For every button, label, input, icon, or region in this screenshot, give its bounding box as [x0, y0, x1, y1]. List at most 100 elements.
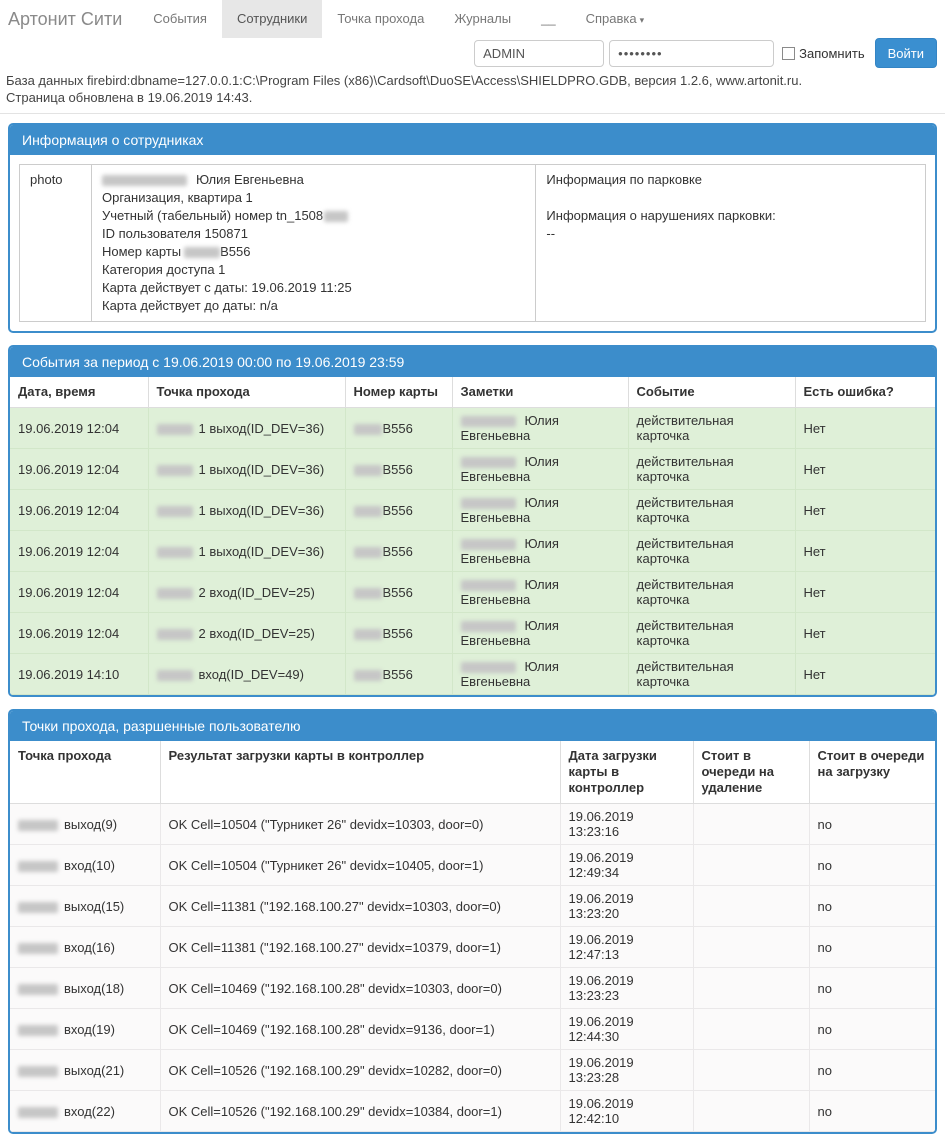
col-header-load-result: Результат загрузки карты в контроллер — [160, 741, 560, 804]
redacted-text — [354, 547, 382, 558]
access-result-cell: OK Cell=11381 ("192.168.100.27" devidx=1… — [160, 886, 560, 927]
employee-tn-text: Учетный (табельный) номер tn_1508 — [102, 208, 323, 223]
access-queue-load-cell: no — [809, 845, 935, 886]
employee-panel-title: Информация о сотрудниках — [10, 125, 935, 155]
page-updated-text: Страница обновлена в 19.06.2019 14:43. — [6, 89, 939, 106]
event-card-cell: B556 — [345, 449, 452, 490]
access-point-text: выход(9) — [64, 817, 117, 832]
employee-info-row: photo Юлия Евгеньевна Организация, кварт… — [20, 165, 926, 322]
username-input[interactable] — [474, 40, 604, 67]
access-point-text: вход(19) — [64, 1022, 115, 1037]
redacted-text — [18, 943, 58, 954]
employee-name-line: Юлия Евгеньевна — [102, 171, 525, 189]
access-points-panel: Точки прохода, разршенные пользователю Т… — [8, 709, 937, 1134]
access-points-table: Точка прохода Результат загрузки карты в… — [10, 741, 935, 1132]
col-header-notes: Заметки — [452, 377, 628, 408]
remember-label: Запомнить — [799, 46, 864, 61]
employee-details-cell: Юлия Евгеньевна Организация, квартира 1 … — [92, 165, 536, 322]
employee-valid-to-line: Карта действует до даты: n/a — [102, 297, 525, 315]
event-time-cell: 19.06.2019 12:04 — [10, 572, 148, 613]
redacted-card-prefix — [184, 247, 220, 258]
redacted-text — [461, 498, 516, 509]
event-point-text: 1 выход(ID_DEV=36) — [199, 544, 325, 559]
access-point-cell: выход(18) — [10, 968, 160, 1009]
redacted-text — [461, 416, 516, 427]
col-header-queue-load: Стоит в очереди на загрузку — [809, 741, 935, 804]
tab-underscore[interactable]: __ — [526, 0, 570, 38]
event-time-cell: 19.06.2019 12:04 — [10, 531, 148, 572]
redacted-surname — [102, 175, 187, 186]
event-time-cell: 19.06.2019 12:04 — [10, 408, 148, 449]
access-result-cell: OK Cell=11381 ("192.168.100.27" devidx=1… — [160, 927, 560, 968]
employee-card-line: Номер картыB556 — [102, 243, 525, 261]
tab-events[interactable]: События — [138, 0, 222, 38]
redacted-text — [157, 506, 193, 517]
access-point-text: вход(16) — [64, 940, 115, 955]
access-point-text: вход(10) — [64, 858, 115, 873]
password-input[interactable] — [609, 40, 774, 67]
menu-help[interactable]: Справка▾ — [571, 0, 660, 38]
event-point-cell: 1 выход(ID_DEV=36) — [148, 408, 345, 449]
redacted-text — [461, 539, 516, 550]
access-point-cell: выход(9) — [10, 804, 160, 845]
event-error-cell: Нет — [795, 654, 935, 695]
redacted-text — [157, 588, 193, 599]
events-header-row: Дата, время Точка прохода Номер карты За… — [10, 377, 935, 408]
redacted-text — [354, 588, 382, 599]
redacted-text — [157, 547, 193, 558]
events-panel-title: События за период с 19.06.2019 00:00 по … — [10, 347, 935, 377]
access-point-cell: вход(22) — [10, 1091, 160, 1132]
col-header-error: Есть ошибка? — [795, 377, 935, 408]
event-row: 19.06.2019 14:10 вход(ID_DEV=49) B556 Юл… — [10, 654, 935, 695]
event-type-cell: действительная карточка — [628, 572, 795, 613]
login-button[interactable]: Войти — [875, 38, 937, 68]
employee-card-suffix: B556 — [220, 244, 250, 259]
access-row: выход(15) OK Cell=11381 ("192.168.100.27… — [10, 886, 935, 927]
event-note-cell: Юлия Евгеньевна — [452, 449, 628, 490]
event-card-cell: B556 — [345, 531, 452, 572]
employee-info-table: photo Юлия Евгеньевна Организация, кварт… — [19, 164, 926, 322]
event-point-cell: 1 выход(ID_DEV=36) — [148, 531, 345, 572]
event-row: 19.06.2019 12:04 1 выход(ID_DEV=36) B556… — [10, 490, 935, 531]
access-queue-delete-cell — [693, 927, 809, 968]
access-point-text: выход(18) — [64, 981, 124, 996]
events-table: Дата, время Точка прохода Номер карты За… — [10, 377, 935, 695]
employee-id-line: ID пользователя 150871 — [102, 225, 525, 243]
access-queue-load-cell: no — [809, 968, 935, 1009]
access-row: выход(18) OK Cell=10469 ("192.168.100.28… — [10, 968, 935, 1009]
tab-journals[interactable]: Журналы — [439, 0, 526, 38]
access-result-cell: OK Cell=10526 ("192.168.100.29" devidx=1… — [160, 1050, 560, 1091]
event-note-cell: Юлия Евгеньевна — [452, 654, 628, 695]
login-bar: Запомнить Войти — [0, 38, 945, 68]
event-point-text: вход(ID_DEV=49) — [199, 667, 304, 682]
access-queue-load-cell: no — [809, 1050, 935, 1091]
tab-access-point[interactable]: Точка прохода — [322, 0, 439, 38]
events-panel: События за период с 19.06.2019 00:00 по … — [8, 345, 937, 697]
access-queue-load-cell: no — [809, 1091, 935, 1132]
access-date-cell: 19.06.2019 13:23:16 — [560, 804, 693, 845]
db-info-text: База данных firebird:dbname=127.0.0.1:C:… — [6, 72, 939, 89]
access-point-text: выход(21) — [64, 1063, 124, 1078]
access-result-cell: OK Cell=10526 ("192.168.100.29" devidx=1… — [160, 1091, 560, 1132]
redacted-text — [18, 1066, 58, 1077]
redacted-text — [18, 984, 58, 995]
event-card-cell: B556 — [345, 572, 452, 613]
chevron-down-icon: ▾ — [640, 15, 645, 25]
remember-checkbox[interactable] — [782, 47, 795, 60]
page-root: Артонит Сити События Сотрудники Точка пр… — [0, 0, 945, 1134]
tab-employees[interactable]: Сотрудники — [222, 0, 322, 38]
access-date-cell: 19.06.2019 13:23:28 — [560, 1050, 693, 1091]
event-note-cell: Юлия Евгеньевна — [452, 531, 628, 572]
redacted-text — [354, 465, 382, 476]
parking-info-cell: Информация по парковке Информация о нару… — [536, 165, 926, 322]
access-row: выход(21) OK Cell=10526 ("192.168.100.29… — [10, 1050, 935, 1091]
access-result-cell: OK Cell=10469 ("192.168.100.28" devidx=9… — [160, 1009, 560, 1050]
event-card-cell: B556 — [345, 490, 452, 531]
employee-tn-line: Учетный (табельный) номер tn_1508 — [102, 207, 525, 225]
event-card-cell: B556 — [345, 613, 452, 654]
access-point-cell: вход(19) — [10, 1009, 160, 1050]
event-row: 19.06.2019 12:04 1 выход(ID_DEV=36) B556… — [10, 531, 935, 572]
event-point-cell: 2 вход(ID_DEV=25) — [148, 613, 345, 654]
redacted-text — [18, 1107, 58, 1118]
parking-violations-label: Информация о нарушениях парковки: — [546, 207, 915, 225]
